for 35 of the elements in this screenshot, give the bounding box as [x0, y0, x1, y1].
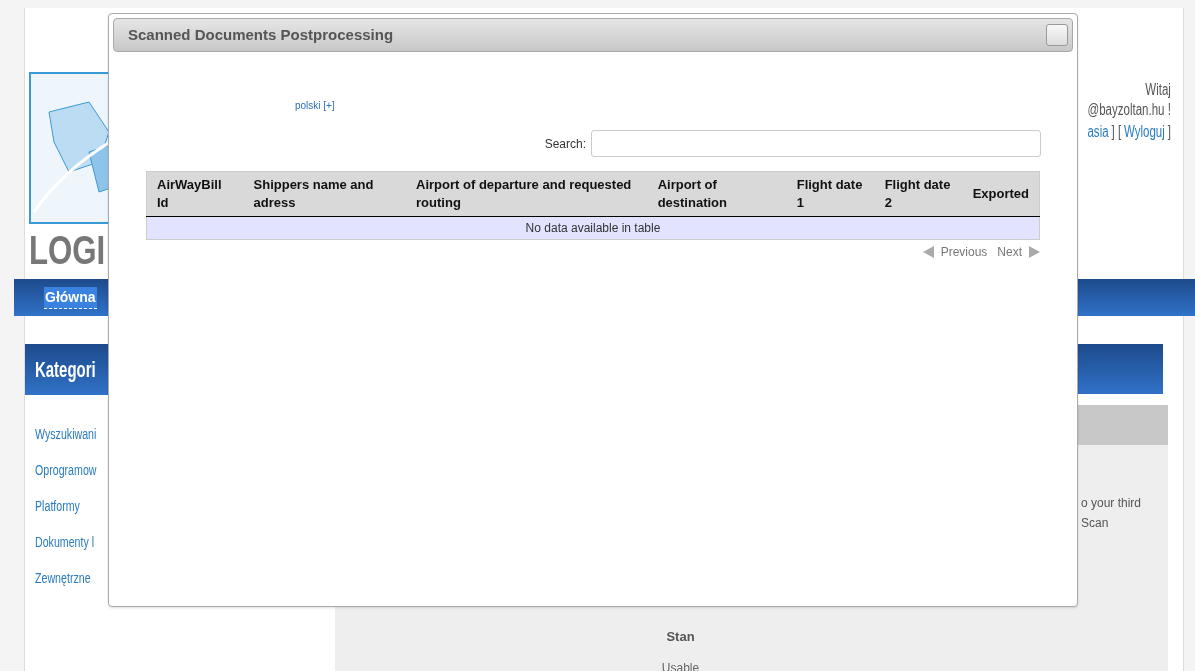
logo-text: LOGI — [29, 230, 106, 270]
column-header[interactable]: Airport of departure and requested routing — [406, 171, 648, 217]
sidebar-title: Kategori — [35, 356, 96, 384]
column-header[interactable]: Flight date 1 — [786, 171, 875, 217]
column-header[interactable]: AirWayBill Id — [146, 171, 244, 217]
greeting-text: Witaj — [1145, 80, 1171, 100]
user-email: @bayzoltan.hu ! — [1087, 100, 1171, 120]
bracket-text: ] — [1167, 122, 1171, 142]
nav-link[interactable]: Główna — [44, 287, 97, 309]
field-label: Stan — [666, 628, 695, 646]
sidebar-link[interactable]: Zewnętrzne — [35, 568, 91, 588]
column-header[interactable]: Airport of destination — [647, 171, 787, 217]
search-label: Search: — [544, 135, 586, 153]
description-text: o your third — [1081, 495, 1142, 512]
sidebar-link[interactable]: Oprogramow — [35, 460, 97, 480]
account-link[interactable]: Wyloguj — [1124, 122, 1165, 142]
next-button[interactable]: Next — [997, 243, 1040, 261]
dialog-title: Scanned Documents Postprocessing — [128, 24, 394, 45]
sidebar-link[interactable]: Wyszukiwani — [35, 424, 97, 444]
language-link[interactable]: polski [+] — [295, 100, 335, 111]
close-button[interactable] — [1046, 24, 1068, 46]
right-arrow-icon — [1029, 246, 1040, 258]
account-link[interactable]: asia — [1087, 122, 1109, 142]
column-header[interactable]: Shippers name and adress — [243, 171, 407, 217]
previous-button[interactable]: Previous — [922, 243, 988, 261]
column-header[interactable]: Flight date 2 — [874, 171, 963, 217]
search-field[interactable] — [591, 130, 1041, 157]
description-text: Scan — [1081, 515, 1109, 532]
bracket-text: ] [ — [1111, 122, 1122, 142]
left-arrow-icon — [922, 246, 934, 258]
sidebar-link[interactable]: Platformy — [35, 496, 80, 516]
sidebar-link[interactable]: Dokumenty l — [35, 532, 95, 552]
column-header[interactable]: Exported — [962, 171, 1040, 217]
field-value: Usable — [661, 659, 700, 671]
empty-table-message: No data available in table — [146, 216, 1040, 240]
